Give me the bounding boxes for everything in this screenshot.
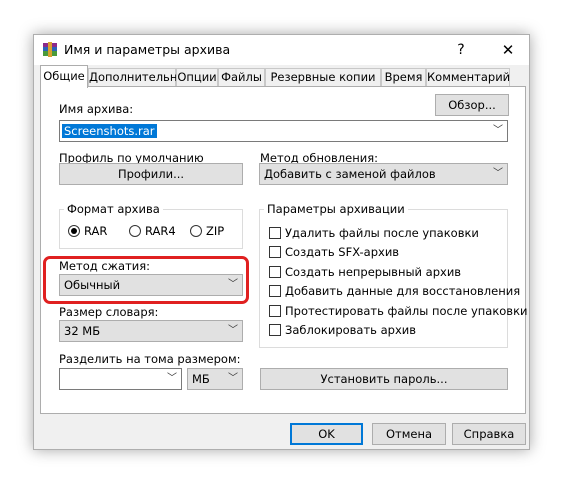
tab-files[interactable]: Файлы: [218, 68, 265, 86]
dictionary-value: 32 МБ: [64, 324, 101, 338]
format-zip-label[interactable]: ZIP: [206, 224, 224, 238]
chevron-down-icon: ﹀: [167, 373, 177, 384]
set-password-button[interactable]: Установить пароль...: [260, 368, 508, 390]
dictionary-label: Размер словаря:: [59, 305, 159, 319]
format-rar-label[interactable]: RAR: [84, 224, 107, 238]
dictionary-select[interactable]: 32 МБ ﹀: [59, 320, 243, 342]
browse-button[interactable]: Обзор...: [435, 94, 509, 116]
format-rar4-label[interactable]: RAR4: [145, 224, 176, 238]
chevron-down-icon: ﹀: [228, 325, 238, 336]
help-button[interactable]: Справка: [452, 423, 526, 445]
archive-name-input[interactable]: Screenshots.rar ﹀: [59, 120, 508, 142]
cancel-button[interactable]: Отмена: [372, 423, 446, 445]
sfx-label[interactable]: Создать SFX-архив: [285, 245, 399, 259]
archive-format-title: Формат архива: [64, 202, 163, 216]
tab-backup[interactable]: Резервные копии: [265, 68, 381, 86]
tab-comment[interactable]: Комментарий: [426, 68, 510, 86]
title-bar: Имя и параметры архива ? ✕: [34, 35, 529, 65]
chevron-down-icon: ﹀: [493, 168, 503, 179]
archive-name-label: Имя архива:: [59, 102, 134, 116]
split-label: Разделить на тома размером:: [59, 352, 241, 366]
tab-general[interactable]: Общие: [40, 65, 88, 88]
lock-archive-checkbox[interactable]: [269, 324, 281, 336]
delete-after-checkbox[interactable]: [269, 227, 281, 239]
solid-checkbox[interactable]: [269, 266, 281, 278]
split-unit-select[interactable]: МБ ﹀: [187, 368, 243, 390]
archiving-options-title: Параметры архивации: [264, 202, 408, 216]
delete-after-label[interactable]: Удалить файлы после упаковки: [285, 226, 479, 240]
chevron-down-icon: ﹀: [493, 125, 503, 136]
general-panel: Имя архива: Обзор... Screenshots.rar ﹀ П…: [40, 86, 528, 414]
chevron-down-icon: ﹀: [228, 373, 238, 384]
sfx-checkbox[interactable]: [269, 246, 281, 258]
format-rar-radio[interactable]: [68, 225, 80, 237]
archive-name-value: Screenshots.rar: [62, 124, 157, 138]
profiles-button[interactable]: Профили...: [59, 163, 243, 185]
close-button[interactable]: ✕: [486, 35, 530, 65]
compression-highlight-box: [43, 256, 249, 304]
format-zip-radio[interactable]: [190, 225, 202, 237]
recovery-label[interactable]: Добавить данные для восстановления: [285, 284, 520, 298]
tab-options[interactable]: Опции: [176, 68, 218, 86]
tab-bar: Общие Дополнительно Опции Файлы Резервны…: [40, 65, 526, 88]
tab-advanced[interactable]: Дополнительно: [88, 68, 184, 86]
archive-dialog: Имя и параметры архива ? ✕ Общие Дополни…: [33, 34, 530, 450]
help-title-button[interactable]: ?: [439, 35, 483, 65]
archiving-options-group: Параметры архивации Удалить файлы после …: [259, 202, 528, 348]
split-size-input[interactable]: ﹀: [59, 368, 182, 390]
update-method-select[interactable]: Добавить с заменой файлов ﹀: [259, 163, 508, 185]
lock-archive-label[interactable]: Заблокировать архив: [285, 323, 416, 337]
winrar-icon: [43, 42, 57, 57]
window-title: Имя и параметры архива: [64, 42, 231, 57]
update-method-value: Добавить с заменой файлов: [264, 167, 436, 181]
recovery-checkbox[interactable]: [269, 285, 281, 297]
split-unit-value: МБ: [192, 372, 210, 386]
tab-time[interactable]: Время: [381, 68, 426, 86]
format-rar4-radio[interactable]: [129, 225, 141, 237]
test-files-label[interactable]: Протестировать файлы после упаковки: [285, 304, 528, 318]
test-files-checkbox[interactable]: [269, 305, 281, 317]
archive-format-group: Формат архива RAR RAR4 ZIP: [59, 202, 243, 249]
ok-button[interactable]: OK: [290, 423, 363, 445]
solid-label[interactable]: Создать непрерывный архив: [285, 265, 461, 279]
